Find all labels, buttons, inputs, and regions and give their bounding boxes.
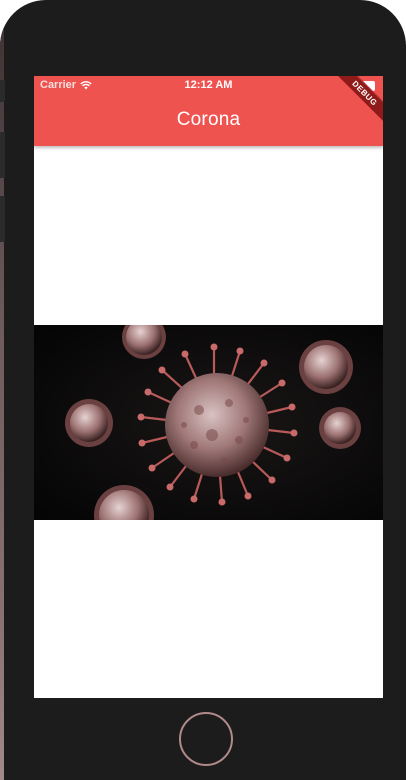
home-button[interactable]: [179, 712, 233, 766]
volume-up-button: [0, 132, 5, 178]
status-bar: Carrier 12:12 AM: [34, 76, 383, 96]
coronavirus-image: [34, 325, 383, 520]
volume-down-button: [0, 196, 5, 242]
phone-edge: [0, 0, 4, 780]
status-time: 12:12 AM: [184, 79, 233, 91]
phone-frame: Carrier 12:12 AM Corona DEBUG: [0, 0, 406, 780]
app-bar: Carrier 12:12 AM Corona: [34, 76, 383, 146]
silent-switch: [0, 80, 5, 102]
app-bar-title: Corona: [176, 109, 241, 130]
app-screen: Carrier 12:12 AM Corona DEBUG: [34, 76, 383, 698]
